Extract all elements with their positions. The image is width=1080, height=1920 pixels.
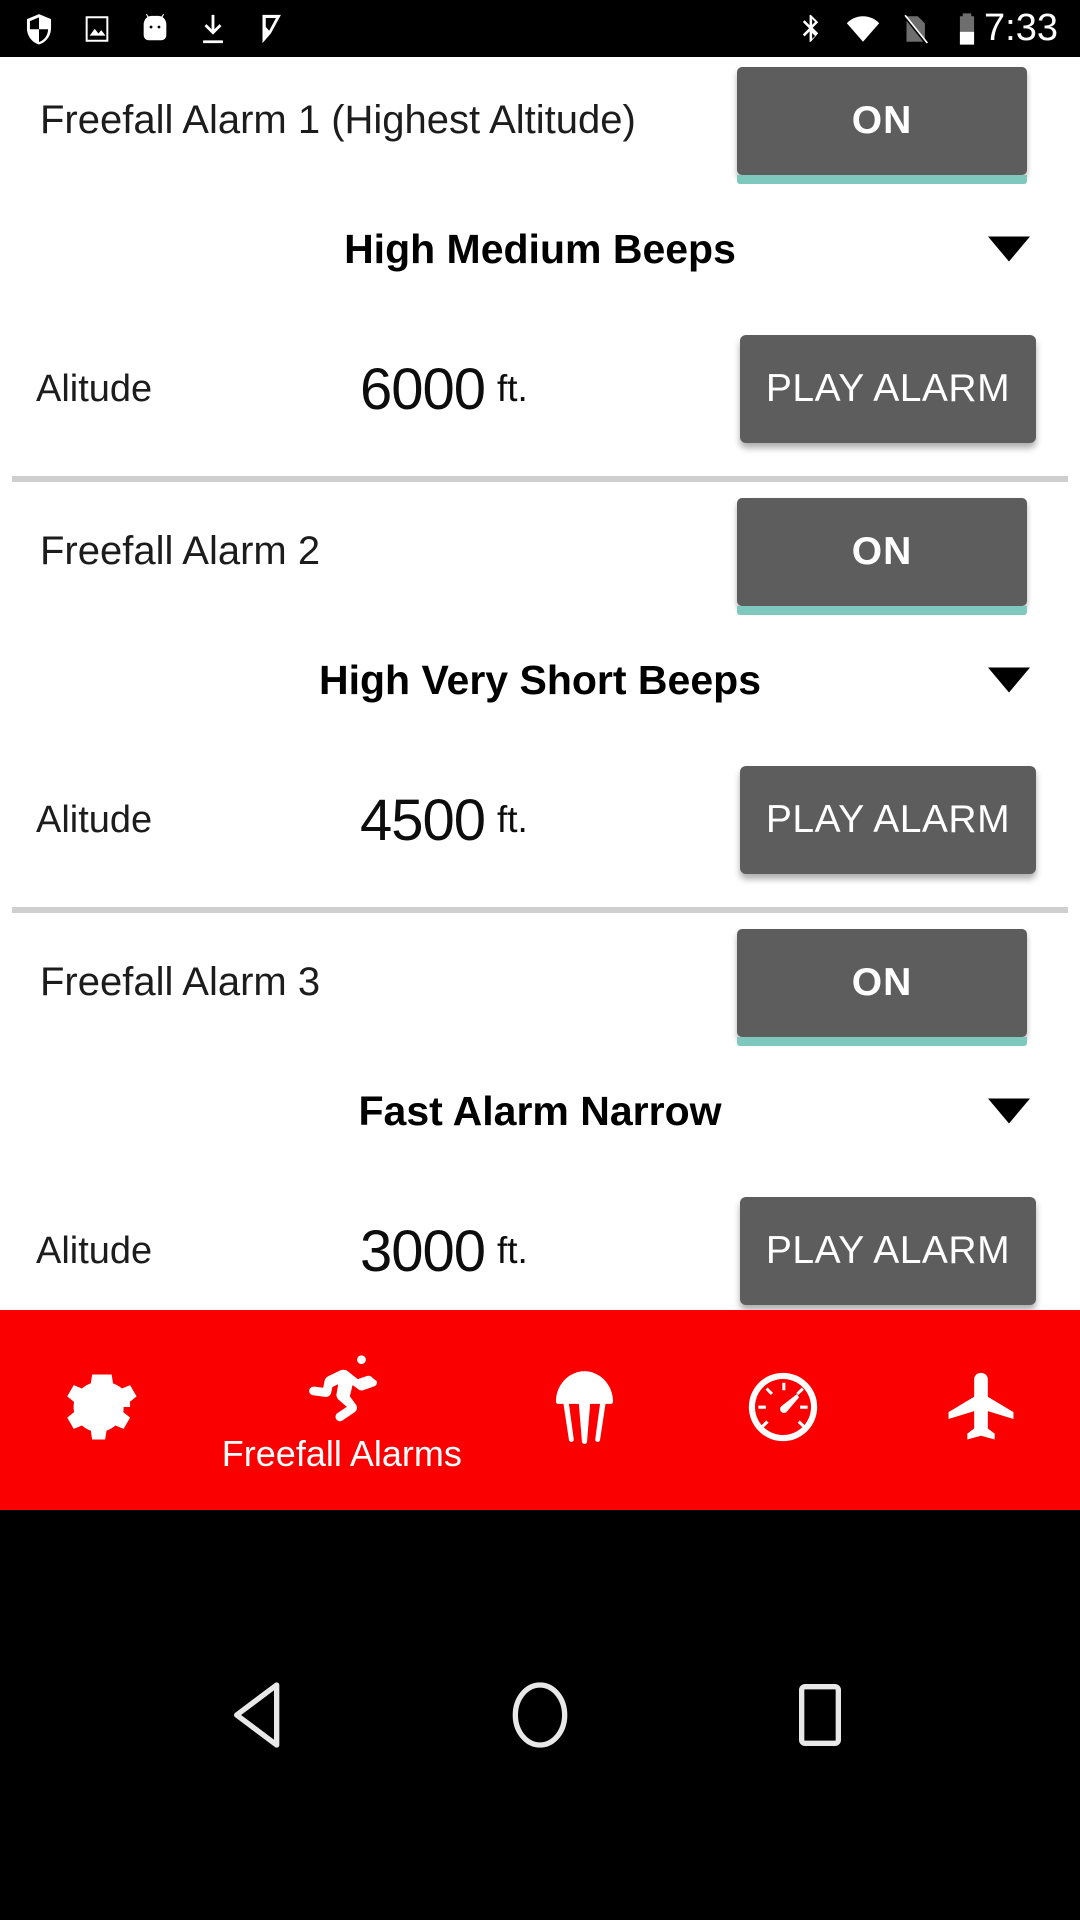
altitude-value[interactable]: 6000 xyxy=(280,356,486,423)
shield-icon xyxy=(22,12,56,46)
checkmark-flag-icon xyxy=(254,12,288,46)
battery-icon xyxy=(950,12,984,46)
sound-select-row[interactable]: Fast Alarm Narrow xyxy=(0,1046,1080,1176)
chevron-down-icon[interactable] xyxy=(988,667,1030,693)
nav-item-freefall-alarms[interactable]: Freefall Alarms xyxy=(198,1310,485,1510)
phone-screen: 7:33 Freefall Alarm 1 (Highest Altitude)… xyxy=(0,0,1080,1920)
nav-item-speed[interactable] xyxy=(684,1310,882,1510)
nav-label-freefall-alarms: Freefall Alarms xyxy=(221,1433,462,1474)
wifi-icon xyxy=(846,12,880,46)
status-clock: 7:33 xyxy=(984,7,1058,49)
altitude-row: Alitude 3000 ft. PLAY ALARM xyxy=(0,1176,1080,1310)
alarm-header-row: Freefall Alarm 3 ON xyxy=(0,919,1080,1046)
altitude-row: Alitude 6000 ft. PLAY ALARM xyxy=(0,314,1080,464)
section-divider xyxy=(12,476,1068,482)
alarm-toggle-wrap: ON xyxy=(737,66,1027,184)
alarm-toggle-button[interactable]: ON xyxy=(737,66,1027,175)
altitude-unit: ft. xyxy=(497,799,528,840)
bluetooth-icon xyxy=(794,12,828,46)
altitude-row: Alitude 4500 ft. PLAY ALARM xyxy=(0,745,1080,895)
back-triangle-icon[interactable] xyxy=(220,1675,300,1755)
alarm-block: Freefall Alarm 2 ON High Very Short Beep… xyxy=(0,488,1080,913)
sound-select-label: High Medium Beeps xyxy=(344,225,736,272)
status-bar: 7:33 xyxy=(0,0,1080,57)
alarm-header-row: Freefall Alarm 1 (Highest Altitude) ON xyxy=(0,57,1080,184)
download-icon xyxy=(196,12,230,46)
bottom-navigation-bar: Freefall Alarms xyxy=(0,1310,1080,1510)
play-alarm-wrap: PLAY ALARM xyxy=(740,1197,1036,1305)
airplane-icon xyxy=(940,1366,1022,1448)
sound-select-label: High Very Short Beeps xyxy=(318,656,761,703)
skydiver-icon xyxy=(301,1345,383,1427)
play-alarm-button[interactable]: PLAY ALARM xyxy=(740,335,1036,443)
altitude-value[interactable]: 3000 xyxy=(280,1218,486,1285)
altitude-unit: ft. xyxy=(497,368,528,409)
alarm-toggle-wrap: ON xyxy=(737,497,1027,615)
gear-icon xyxy=(58,1366,140,1448)
alarm-block: Freefall Alarm 3 ON Fast Alarm Narrow Al… xyxy=(0,919,1080,1310)
recents-square-icon[interactable] xyxy=(780,1675,860,1755)
home-circle-icon[interactable] xyxy=(500,1675,580,1755)
alarm-toggle-wrap: ON xyxy=(737,928,1027,1046)
sim-card-off-icon xyxy=(898,12,932,46)
altitude-label: Alitude xyxy=(36,1229,153,1272)
altitude-unit: ft. xyxy=(497,1230,528,1271)
altitude-label: Alitude xyxy=(36,798,153,841)
play-alarm-wrap: PLAY ALARM xyxy=(740,766,1036,874)
sound-select-label: Fast Alarm Narrow xyxy=(358,1087,722,1134)
alarm-toggle-button[interactable]: ON xyxy=(737,928,1027,1037)
altitude-value[interactable]: 4500 xyxy=(280,787,486,854)
alarm-title: Freefall Alarm 3 xyxy=(40,960,321,1004)
sound-select-row[interactable]: High Very Short Beeps xyxy=(0,615,1080,745)
android-head-icon xyxy=(138,12,172,46)
alarm-title: Freefall Alarm 1 (Highest Altitude) xyxy=(40,98,636,142)
alarm-list[interactable]: Freefall Alarm 1 (Highest Altitude) ON H… xyxy=(0,57,1080,1310)
image-icon xyxy=(80,12,114,46)
chevron-down-icon[interactable] xyxy=(988,236,1030,262)
status-right-icons xyxy=(794,12,984,46)
nav-item-settings[interactable] xyxy=(0,1310,198,1510)
chevron-down-icon[interactable] xyxy=(988,1098,1030,1124)
play-alarm-wrap: PLAY ALARM xyxy=(740,335,1036,443)
alarm-toggle-button[interactable]: ON xyxy=(737,497,1027,606)
alarm-header-row: Freefall Alarm 2 ON xyxy=(0,488,1080,615)
speedometer-icon xyxy=(742,1366,824,1448)
alarm-title: Freefall Alarm 2 xyxy=(40,529,321,573)
play-alarm-button[interactable]: PLAY ALARM xyxy=(740,766,1036,874)
nav-item-aircraft[interactable] xyxy=(882,1310,1080,1510)
altitude-label: Alitude xyxy=(36,367,153,410)
status-left-icons xyxy=(22,12,794,46)
section-divider xyxy=(12,907,1068,913)
android-system-nav xyxy=(0,1510,1080,1920)
parachute-icon xyxy=(544,1366,626,1448)
nav-item-canopy[interactable] xyxy=(486,1310,684,1510)
sound-select-row[interactable]: High Medium Beeps xyxy=(0,184,1080,314)
alarm-block: Freefall Alarm 1 (Highest Altitude) ON H… xyxy=(0,57,1080,482)
play-alarm-button[interactable]: PLAY ALARM xyxy=(740,1197,1036,1305)
